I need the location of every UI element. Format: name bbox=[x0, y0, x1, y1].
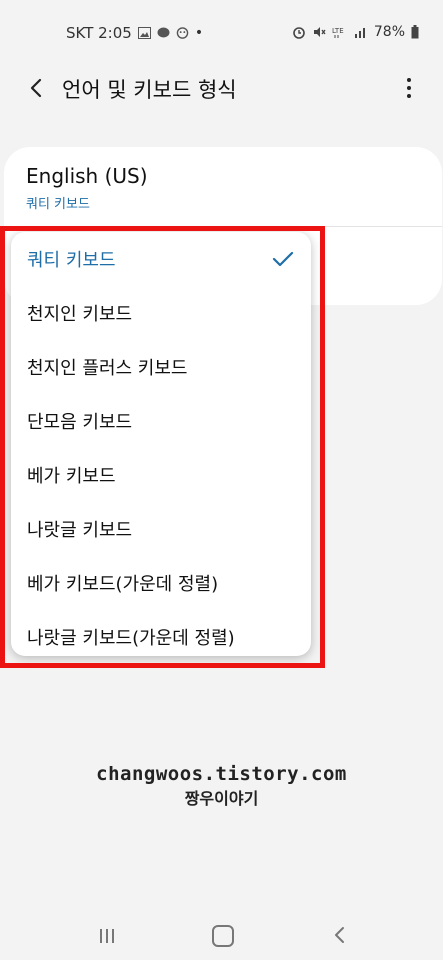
app-header: 언어 및 키보드 형식 bbox=[0, 60, 443, 116]
menu-item-label: 천지인 키보드 bbox=[27, 304, 133, 325]
menu-item-label: 나랏글 키보드(가운데 정렬) bbox=[27, 628, 235, 649]
menu-item-cheonjiin[interactable]: 천지인 키보드 bbox=[11, 286, 311, 340]
menu-item-cheonjiin-plus[interactable]: 천지인 플러스 키보드 bbox=[11, 340, 311, 394]
menu-item-label: 베가 키보드(가운데 정렬) bbox=[27, 574, 219, 595]
nav-back-icon[interactable] bbox=[330, 924, 350, 946]
menu-item-naratgeul-centered[interactable]: 나랏글 키보드(가운데 정렬) bbox=[11, 610, 311, 664]
more-options-button[interactable] bbox=[401, 74, 417, 102]
image-icon bbox=[137, 27, 151, 39]
menu-item-label: 쿼티 키보드 bbox=[27, 250, 116, 271]
signal-icon bbox=[354, 28, 365, 38]
page-title: 언어 및 키보드 형식 bbox=[62, 78, 237, 102]
watermark: changwoos.tistory.com 짱우이야기 bbox=[0, 763, 443, 809]
keyboard-type-menu: 쿼티 키보드 천지인 키보드 천지인 플러스 키보드 단모음 키보드 베가 키보… bbox=[11, 232, 311, 656]
alarm-icon bbox=[293, 27, 305, 39]
more-vert-icon bbox=[407, 78, 411, 82]
battery-icon bbox=[411, 25, 419, 39]
lte-icon: LTE bbox=[332, 27, 344, 38]
menu-item-naratgeul[interactable]: 나랏글 키보드 bbox=[11, 502, 311, 556]
menu-item-vega[interactable]: 베가 키보드 bbox=[11, 448, 311, 502]
home-icon[interactable] bbox=[212, 925, 234, 947]
status-bar-left: SKT 2:05 • bbox=[66, 24, 203, 42]
notification-dot: • bbox=[194, 25, 204, 41]
menu-item-label: 천지인 플러스 키보드 bbox=[27, 358, 188, 379]
svg-text:LTE: LTE bbox=[332, 27, 344, 35]
back-arrow-icon bbox=[30, 78, 42, 98]
checkmark-icon bbox=[272, 251, 294, 267]
navigation-bar bbox=[0, 910, 443, 960]
watermark-url: changwoos.tistory.com bbox=[96, 763, 347, 785]
status-bar: SKT 2:05 • LTE 78% bbox=[0, 0, 443, 60]
language-title: English (US) bbox=[26, 164, 148, 188]
menu-item-vega-centered[interactable]: 베가 키보드(가운데 정렬) bbox=[11, 556, 311, 610]
watermark-blog-name: 짱우이야기 bbox=[184, 789, 259, 808]
battery-percent: 78% bbox=[373, 24, 405, 40]
recent-apps-icon[interactable] bbox=[97, 926, 117, 946]
chat-icon bbox=[157, 27, 170, 38]
mute-icon bbox=[313, 27, 326, 37]
card-divider bbox=[26, 226, 442, 227]
status-bar-right: LTE 78% bbox=[292, 24, 419, 40]
back-button[interactable] bbox=[22, 74, 50, 102]
keyboard-type-subtitle: 쿼티 키보드 bbox=[26, 197, 90, 212]
carrier-time: SKT 2:05 bbox=[66, 24, 132, 42]
menu-item-label: 단모음 키보드 bbox=[27, 412, 133, 433]
menu-item-danmoeum[interactable]: 단모음 키보드 bbox=[11, 394, 311, 448]
face-icon bbox=[176, 27, 189, 39]
menu-item-label: 베가 키보드 bbox=[27, 466, 116, 487]
menu-item-qwerty[interactable]: 쿼티 키보드 bbox=[11, 232, 311, 286]
menu-item-label: 나랏글 키보드 bbox=[27, 520, 133, 541]
